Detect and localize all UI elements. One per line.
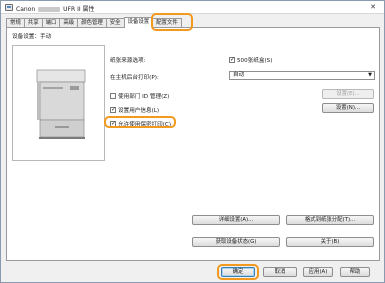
- device-settings-mode: 设备设置：手动: [12, 34, 52, 40]
- about-button[interactable]: 关于(B): [286, 237, 374, 247]
- background-print-value: 自动: [233, 72, 245, 78]
- dept-id-settings-button[interactable]: 设置(E)...: [322, 89, 374, 99]
- format-paper-size-button[interactable]: 格式到纸张分配(T)...: [286, 215, 374, 225]
- get-device-status-button[interactable]: 获取设备状态(G): [192, 237, 280, 247]
- cancel-button[interactable]: 取消: [263, 267, 297, 277]
- window-title-prefix: Canon: [16, 6, 36, 13]
- paper-source-option-label: 500张纸盒(S): [237, 58, 273, 64]
- user-info-checkbox[interactable]: [110, 106, 116, 114]
- secure-print-checkbox[interactable]: [110, 120, 116, 128]
- window-title: Canon UFR II 属性: [16, 4, 95, 13]
- user-info-label: 设置用户信息(L): [118, 108, 160, 114]
- redacted-model-name: [38, 7, 61, 12]
- printer-illustration-icon: [36, 69, 86, 139]
- paper-source-option[interactable]: 500张纸盒(S): [229, 56, 272, 64]
- title-bar: Canon UFR II 属性 ✕: [1, 1, 384, 14]
- printer-properties-window: Canon UFR II 属性 ✕ 常规 共享 端口 高级 颜色管理 安全 设备设…: [0, 0, 385, 283]
- user-info-option[interactable]: 设置用户信息(L): [110, 106, 159, 114]
- paper-source-checkbox[interactable]: [229, 56, 235, 64]
- dept-id-option[interactable]: 使用部门 ID 管理(Z): [110, 92, 169, 100]
- close-button[interactable]: ✕: [366, 2, 380, 12]
- window-title-suffix: UFR II 属性: [63, 6, 95, 13]
- chevron-down-icon: ▼: [368, 72, 372, 78]
- dept-id-label: 使用部门 ID 管理(Z): [118, 94, 170, 100]
- printer-preview: [12, 45, 105, 161]
- dept-id-checkbox[interactable]: [110, 93, 116, 99]
- background-print-select[interactable]: 自动 ▼: [229, 71, 375, 80]
- secure-print-label: 允许使用保密打印(C): [118, 122, 172, 128]
- apply-button[interactable]: 应用(A): [303, 267, 333, 277]
- tab-device-settings[interactable]: 设备设置: [123, 17, 154, 28]
- user-info-settings-button[interactable]: 设置(N)...: [322, 103, 374, 113]
- help-button[interactable]: 帮助: [340, 267, 370, 277]
- paper-source-label: 纸张来源选项:: [110, 58, 146, 64]
- secure-print-option[interactable]: 允许使用保密打印(C): [110, 120, 171, 128]
- printer-icon: [5, 4, 13, 11]
- detailed-settings-button[interactable]: 详细设置(A)...: [192, 215, 280, 225]
- ok-button[interactable]: 确定: [221, 267, 255, 277]
- background-print-label: 在主机后台打印(P):: [110, 75, 159, 81]
- device-settings-panel: 设备设置：手动 纸张来源选项: 500张纸盒(S) 在主机后台打印(P): 自动…: [6, 27, 380, 261]
